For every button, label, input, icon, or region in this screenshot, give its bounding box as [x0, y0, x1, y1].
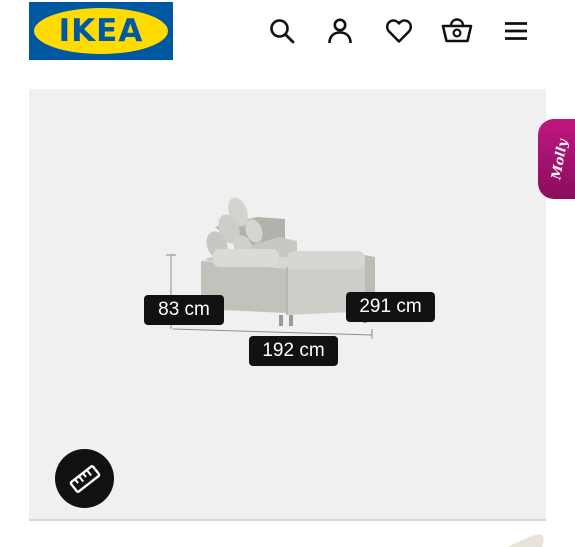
heart-icon	[385, 19, 413, 43]
basket-button[interactable]	[440, 14, 474, 48]
ruler-icon	[69, 464, 100, 493]
account-icon	[328, 18, 352, 44]
height-dimension-label: 83 cm	[144, 295, 224, 325]
favorites-button[interactable]	[382, 14, 416, 48]
search-icon	[270, 19, 295, 44]
logo-registered-mark: ®	[161, 16, 167, 23]
product-3d-viewer[interactable]: 83 cm 291 cm 192 cm	[29, 89, 546, 519]
logo-text: IKEA	[58, 13, 144, 49]
depth-dimension-label: 291 cm	[346, 292, 435, 322]
measure-toggle-button[interactable]	[55, 449, 114, 508]
molly-chat-button[interactable]: Molly	[538, 119, 575, 199]
next-image-peek	[508, 534, 544, 547]
section-divider	[29, 519, 546, 521]
basket-icon	[441, 18, 473, 43]
ikea-logo[interactable]: IKEA ®	[29, 2, 173, 60]
menu-icon	[505, 22, 527, 40]
width-dimension-label: 192 cm	[249, 336, 338, 366]
menu-button[interactable]	[499, 14, 533, 48]
product-page: IKEA ® 83 cm 291 cm 192 cm Molly	[0, 0, 575, 547]
molly-label: Molly	[549, 137, 571, 181]
search-button[interactable]	[265, 14, 299, 48]
sofa-image	[166, 197, 375, 339]
account-button[interactable]	[323, 14, 357, 48]
